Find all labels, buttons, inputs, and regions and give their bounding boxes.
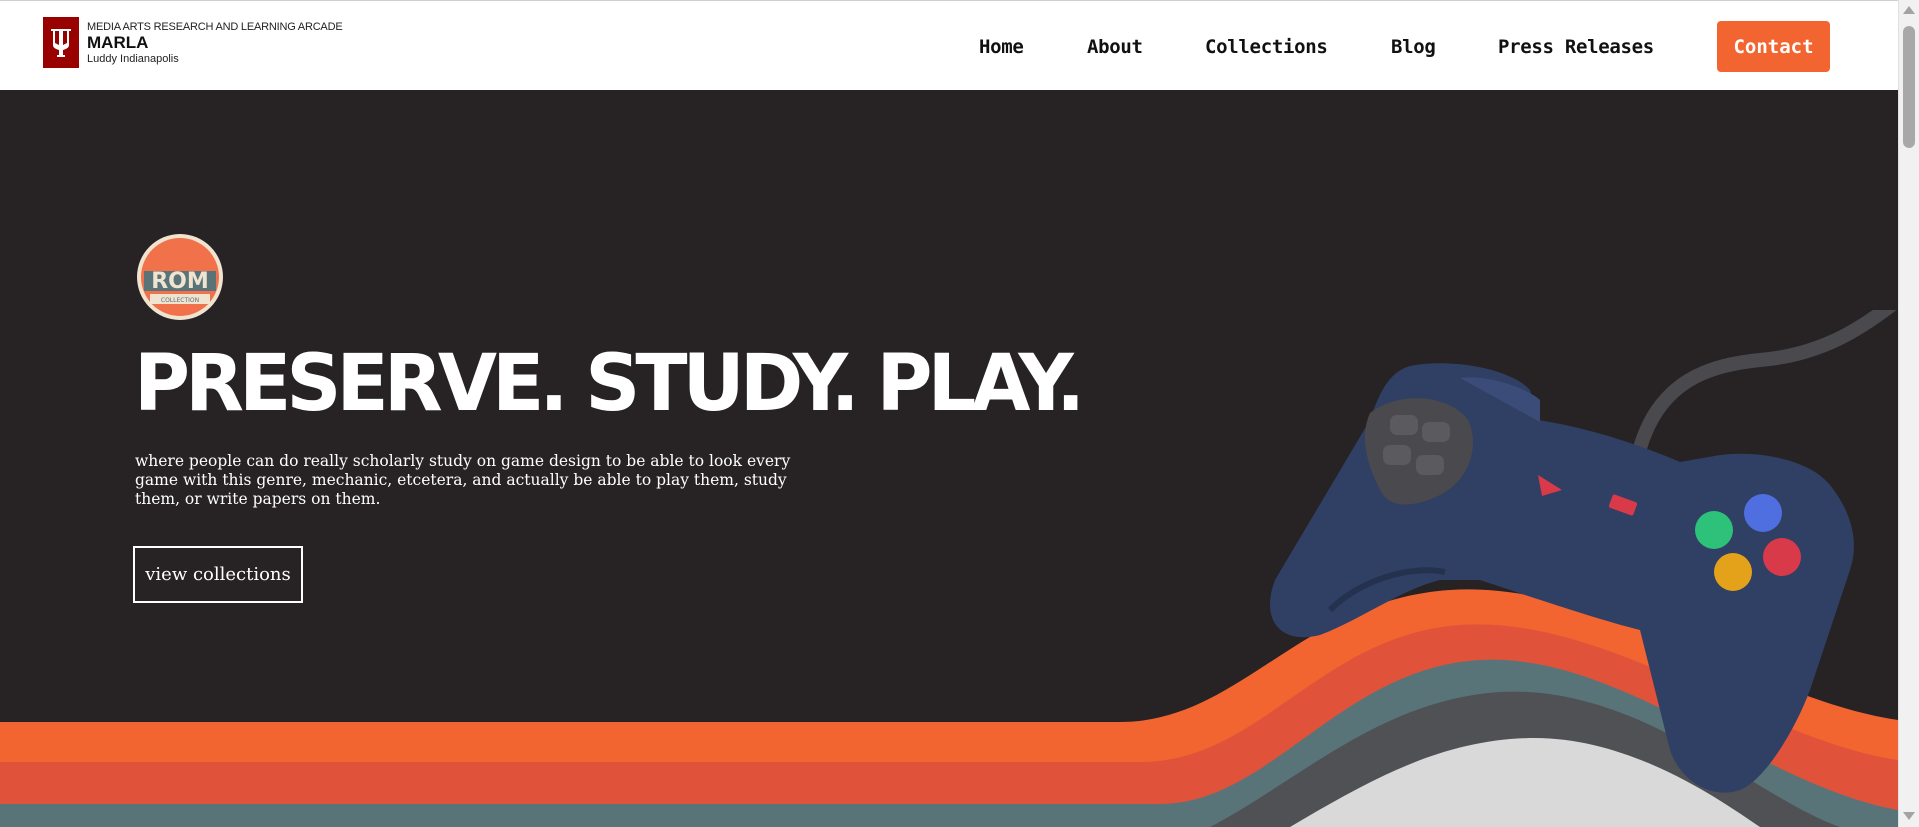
scroll-down-arrow-icon[interactable] xyxy=(1903,812,1915,820)
nav-collections[interactable]: Collections xyxy=(1205,35,1328,59)
hero-description: where people can do really scholarly stu… xyxy=(135,452,791,508)
badge-text: ROM xyxy=(151,269,209,294)
scroll-thumb[interactable] xyxy=(1903,26,1915,148)
view-collections-button[interactable]: view collections xyxy=(133,546,303,603)
page-scrollbar[interactable] xyxy=(1898,0,1919,827)
nav-about[interactable]: About xyxy=(1087,35,1143,59)
rom-collection-badge: ROM COLLECTION xyxy=(137,234,223,320)
badge-subtext: COLLECTION xyxy=(161,297,199,304)
nav-home[interactable]: Home xyxy=(979,35,1024,59)
scroll-up-arrow-icon[interactable] xyxy=(1903,6,1915,14)
nav-press-releases[interactable]: Press Releases xyxy=(1498,35,1654,59)
hero-headline: PRESERVE. STUDY. PLAY. xyxy=(134,339,1085,429)
game-controller-illustration xyxy=(1270,310,1897,793)
nav-blog[interactable]: Blog xyxy=(1391,35,1436,59)
contact-button[interactable]: Contact xyxy=(1717,21,1830,72)
site-header: MEDIA ARTS RESEARCH AND LEARNING ARCADE … xyxy=(0,0,1898,90)
main-nav: Home About Collections Blog Press Releas… xyxy=(0,21,1898,73)
page: ROM COLLECTION PRESERVE. STUDY. PLAY. wh… xyxy=(0,0,1898,827)
